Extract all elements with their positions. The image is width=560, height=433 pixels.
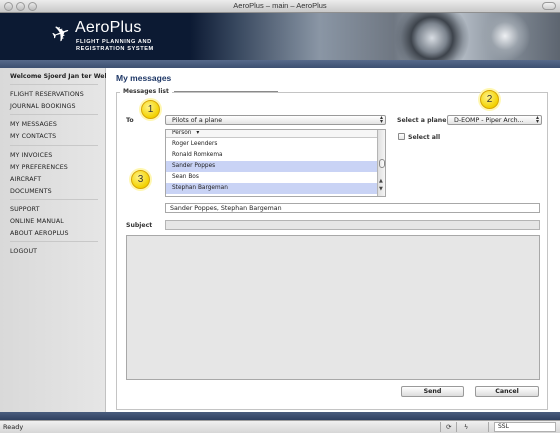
sidebar-item-my-contacts[interactable]: MY CONTACTS <box>10 133 56 140</box>
ssl-indicator: SSL <box>494 422 556 432</box>
sidebar-divider <box>10 114 98 115</box>
list-item[interactable]: Sean Bos <box>166 172 378 183</box>
list-item-selected[interactable]: Stephan Bargeman <box>166 183 378 194</box>
plane-select-value: D-EOMP - Piper Arch... <box>454 117 524 124</box>
message-body-textarea[interactable] <box>126 235 540 380</box>
logo-title: AeroPlus <box>75 19 142 36</box>
header-accent-bar <box>0 60 560 68</box>
sidebar-item-my-invoices[interactable]: MY INVOICES <box>10 152 52 159</box>
recipient-group-value: Pilots of a plane <box>172 117 223 124</box>
plane-select[interactable]: D-EOMP - Piper Arch... ▴ ▾ <box>447 115 542 125</box>
person-list[interactable]: Person ▾ Roger Leenders Ronald Romkema S… <box>165 129 386 197</box>
sidebar-item-my-preferences[interactable]: MY PREFERENCES <box>10 164 68 171</box>
welcome-text: Welcome Sjoerd Jan ter Welle <box>10 73 113 80</box>
toolbar-toggle-button[interactable] <box>542 2 556 10</box>
select-all-checkbox[interactable] <box>398 133 405 140</box>
callout-badge-3: 3 <box>131 170 150 189</box>
sidebar-item-logout[interactable]: LOGOUT <box>10 248 37 255</box>
status-divider <box>440 422 441 432</box>
footer-bar <box>0 412 560 420</box>
sidebar-divider <box>10 199 98 200</box>
sidebar-item-flight-reservations[interactable]: FLIGHT RESERVATIONS <box>10 91 84 98</box>
cancel-button[interactable]: Cancel <box>475 386 539 397</box>
logo-subtitle-line2: REGISTRATION SYSTEM <box>76 46 154 52</box>
send-button[interactable]: Send <box>401 386 464 397</box>
sidebar-item-about-aeroplus[interactable]: ABOUT AEROPLUS <box>10 230 69 237</box>
window-titlebar: AeroPlus – main – AeroPlus <box>0 0 560 13</box>
person-list-scrollbar[interactable]: ▲ ▼ <box>377 130 385 196</box>
app-header: ✈ AeroPlus FLIGHT PLANNING AND REGISTRAT… <box>0 13 560 60</box>
status-divider <box>456 422 457 432</box>
status-text: Ready <box>3 423 24 431</box>
callout-badge-2: 2 <box>480 90 499 109</box>
sidebar-divider <box>10 241 98 242</box>
person-column-header: Person <box>172 130 192 136</box>
select-arrows-icon: ▴ ▾ <box>379 115 383 125</box>
sidebar-item-online-manual[interactable]: ONLINE MANUAL <box>10 218 64 225</box>
page-title: My messages <box>116 73 172 83</box>
person-list-header[interactable]: Person ▾ <box>166 130 378 138</box>
select-plane-label: Select a plane <box>397 117 447 124</box>
sidebar-item-aircraft[interactable]: AIRCRAFT <box>10 176 41 183</box>
scrollbar-thumb[interactable] <box>379 159 385 168</box>
scroll-down-icon[interactable]: ▼ <box>379 186 383 192</box>
airplane-icon: ✈ <box>48 19 75 50</box>
select-arrows-icon: ▴ ▾ <box>535 115 539 125</box>
subject-label: Subject <box>126 222 153 229</box>
list-item[interactable]: Roger Leenders <box>166 139 378 150</box>
select-all-label: Select all <box>408 134 441 141</box>
activity-icon[interactable]: ϟ <box>464 423 468 431</box>
refresh-icon[interactable]: ⟳ <box>446 423 451 431</box>
status-bar: Ready ⟳ ϟ SSL <box>0 420 560 433</box>
sidebar-divider <box>10 84 98 85</box>
sidebar-item-support[interactable]: SUPPORT <box>10 206 40 213</box>
window-title: AeroPlus – main – AeroPlus <box>233 1 327 10</box>
engine-graphic <box>480 13 530 60</box>
to-label: To <box>126 117 134 124</box>
sidebar-item-documents[interactable]: DOCUMENTS <box>10 188 52 195</box>
main-content: My messages Messages list To Pilots of a… <box>106 68 560 412</box>
messages-list-legend: Messages list <box>120 88 172 95</box>
status-divider <box>488 422 489 432</box>
sort-arrow-icon: ▾ <box>196 130 200 136</box>
propeller-graphic <box>395 13 469 60</box>
sidebar-item-journal-bookings[interactable]: JOURNAL BOOKINGS <box>10 103 76 110</box>
sidebar-item-my-messages[interactable]: MY MESSAGES <box>10 121 57 128</box>
recipient-group-select[interactable]: Pilots of a plane ▴ ▾ <box>165 115 386 125</box>
list-item[interactable]: Ronald Romkema <box>166 150 378 161</box>
list-item-selected[interactable]: Sander Poppes <box>166 161 378 172</box>
sidebar-divider <box>10 145 98 146</box>
sidebar: Welcome Sjoerd Jan ter Welle FLIGHT RESE… <box>0 68 113 412</box>
recipients-field[interactable]: Sander Poppes, Stephan Bargeman <box>165 203 540 213</box>
callout-badge-1: 1 <box>141 100 160 119</box>
header-airplane-photo <box>190 13 560 60</box>
logo-subtitle-line1: FLIGHT PLANNING AND <box>76 39 152 45</box>
subject-field[interactable] <box>165 220 540 230</box>
scroll-up-icon[interactable]: ▲ <box>379 178 383 184</box>
legend-underline <box>174 91 278 92</box>
